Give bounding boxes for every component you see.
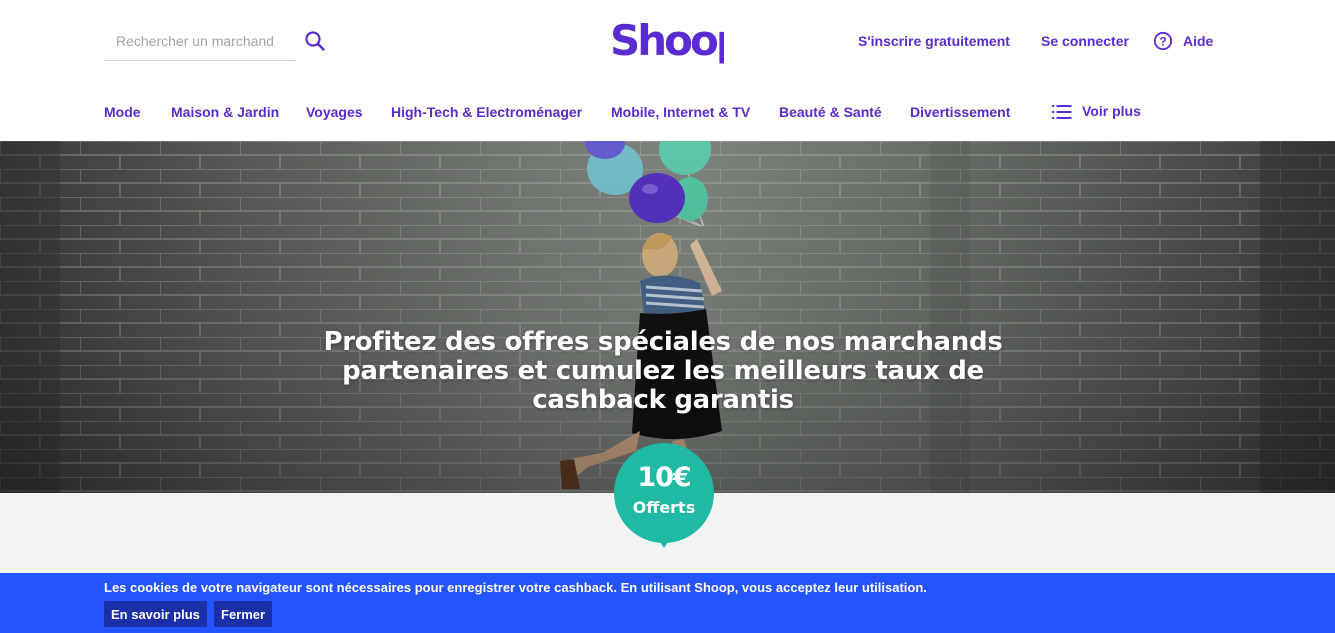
badge-amount: 10€	[637, 462, 691, 493]
nav-item-divertissement[interactable]: Divertissement	[910, 104, 1010, 120]
nav-item-maison-jardin[interactable]: Maison & Jardin	[171, 104, 279, 120]
category-nav: Mode Maison & Jardin Voyages High-Tech &…	[0, 85, 1335, 141]
search-icon[interactable]	[303, 29, 327, 53]
badge-pointer	[655, 535, 673, 548]
hero-banner: Profitez des offres spéciales de nos mar…	[0, 141, 1335, 493]
merchant-search	[104, 24, 295, 61]
login-link[interactable]: Se connecter	[1041, 33, 1129, 49]
nav-item-high-tech[interactable]: High-Tech & Electroménager	[391, 104, 582, 120]
badge-circle	[614, 443, 714, 543]
signup-link[interactable]: S'inscrire gratuitement	[858, 33, 1010, 49]
learn-more-button[interactable]: En savoir plus	[104, 601, 207, 627]
logo-text: Shoop	[610, 16, 724, 65]
cookie-message: Les cookies de votre navigateur sont néc…	[104, 580, 927, 595]
close-cookie-button[interactable]: Fermer	[214, 601, 273, 627]
hero-title: Profitez des offres spéciales de nos mar…	[323, 327, 1003, 415]
svg-text:?: ?	[1159, 34, 1166, 48]
welcome-bonus-badge: 10€ Offerts	[614, 443, 714, 553]
hero-overlay	[0, 141, 1335, 493]
list-icon[interactable]	[1052, 104, 1072, 120]
help-link[interactable]: Aide	[1183, 33, 1213, 49]
nav-item-mode[interactable]: Mode	[104, 104, 141, 120]
nav-item-voyages[interactable]: Voyages	[306, 104, 363, 120]
nav-more-link[interactable]: Voir plus	[1082, 103, 1141, 119]
nav-item-mobile-internet-tv[interactable]: Mobile, Internet & TV	[611, 104, 750, 120]
shoop-logo[interactable]: Shoop	[606, 13, 724, 71]
cookie-banner: Les cookies de votre navigateur sont néc…	[0, 573, 1335, 633]
badge-label: Offerts	[632, 498, 696, 517]
search-input[interactable]	[104, 24, 289, 58]
nav-item-beaute-sante[interactable]: Beauté & Santé	[779, 104, 882, 120]
question-circle-icon[interactable]: ?	[1153, 31, 1173, 51]
site-header: Shoop S'inscrire gratuitement Se connect…	[0, 0, 1335, 85]
